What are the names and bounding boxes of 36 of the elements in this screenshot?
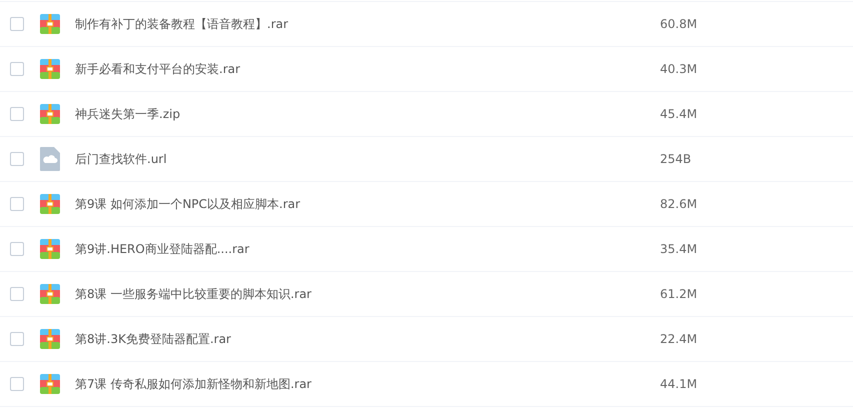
- file-size: 254B: [660, 151, 692, 168]
- file-name[interactable]: 第9讲.HERO商业登陆器配....rar: [75, 240, 655, 258]
- archive-icon: [40, 284, 60, 304]
- checkbox[interactable]: [10, 62, 24, 76]
- checkbox[interactable]: [10, 287, 24, 301]
- file-name[interactable]: 后门查找软件.url: [75, 150, 655, 168]
- checkbox[interactable]: [10, 17, 24, 31]
- checkbox[interactable]: [10, 377, 24, 391]
- file-size: 61.2M: [660, 286, 698, 303]
- file-size: 45.4M: [660, 106, 698, 123]
- archive-icon: [40, 239, 60, 259]
- file-name[interactable]: 第8讲.3K免费登陆器配置.rar: [75, 330, 655, 348]
- file-name[interactable]: 新手必看和支付平台的安装.rar: [75, 60, 655, 78]
- checkbox[interactable]: [10, 107, 24, 121]
- file-size: 82.6M: [660, 196, 698, 213]
- checkbox[interactable]: [10, 332, 24, 346]
- cloud-file-icon: [40, 147, 60, 171]
- archive-icon: [40, 374, 60, 394]
- file-size: 44.1M: [660, 376, 698, 393]
- file-name[interactable]: 第9课 如何添加一个NPC以及相应脚本.rar: [75, 195, 655, 213]
- archive-icon: [40, 59, 60, 79]
- file-size: 40.3M: [660, 61, 698, 78]
- file-name[interactable]: 第8课 一些服务端中比较重要的脚本知识.rar: [75, 285, 655, 303]
- archive-icon: [40, 14, 60, 34]
- archive-icon: [40, 194, 60, 214]
- checkbox[interactable]: [10, 152, 24, 166]
- file-name[interactable]: 制作有补丁的装备教程【语音教程】.rar: [75, 15, 655, 33]
- archive-icon: [40, 104, 60, 124]
- file-size: 60.8M: [660, 16, 698, 33]
- file-name[interactable]: 神兵迷失第一季.zip: [75, 105, 655, 123]
- file-size: 22.4M: [660, 331, 698, 348]
- checkbox[interactable]: [10, 197, 24, 211]
- file-size: 35.4M: [660, 241, 698, 258]
- archive-icon: [40, 329, 60, 349]
- file-name[interactable]: 第7课 传奇私服如何添加新怪物和新地图.rar: [75, 375, 655, 393]
- checkbox[interactable]: [10, 242, 24, 256]
